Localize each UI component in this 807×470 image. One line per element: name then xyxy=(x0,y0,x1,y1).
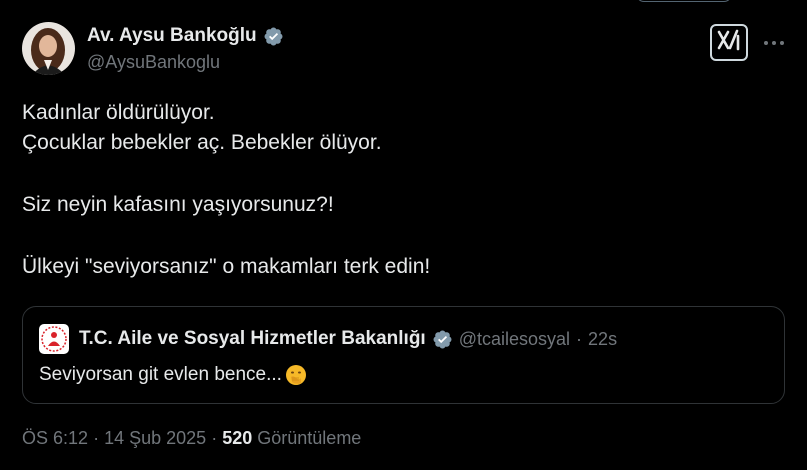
verified-badge-icon xyxy=(432,329,453,350)
author-display-name[interactable]: Av. Aysu Bankoğlu xyxy=(87,24,257,48)
face-with-hand-over-mouth-icon xyxy=(284,363,308,387)
quoted-tweet-header: T.C. Aile ve Sosyal Hizmetler Bakanlığı … xyxy=(39,324,617,354)
quoted-avatar[interactable] xyxy=(39,324,69,354)
tweet-meta: ÖS 6:12 · 14 Şub 2025 · 520 Görüntüleme xyxy=(22,428,361,449)
quoted-text-row: Seviyorsan git evlen bence... xyxy=(39,363,308,387)
tweet-text: Kadınlar öldürülüyor. Çocuklar bebekler … xyxy=(22,98,792,282)
quoted-tweet[interactable]: T.C. Aile ve Sosyal Hizmetler Bakanlığı … xyxy=(22,306,785,404)
tweet-date[interactable]: 14 Şub 2025 xyxy=(104,428,206,448)
more-button[interactable] xyxy=(762,30,786,54)
separator: · xyxy=(211,428,218,448)
tweet-line: Çocuklar bebekler aç. Bebekler ölüyor. xyxy=(22,131,382,154)
views-count: 520 xyxy=(222,428,253,448)
tweet-line: Ülkeyi "seviyorsanız" o makamları terk e… xyxy=(22,255,431,278)
tweet-time[interactable]: ÖS 6:12 xyxy=(22,428,88,448)
separator: · xyxy=(576,328,583,349)
quoted-text: Seviyorsan git evlen bence... xyxy=(39,364,282,385)
author-block: Av. Aysu Bankoğlu @AysuBankoglu xyxy=(87,24,284,73)
quoted-time: 22s xyxy=(588,328,618,349)
tweet-line: Siz neyin kafasını yaşıyorsunuz?! xyxy=(22,193,334,216)
avatar[interactable] xyxy=(22,22,75,75)
author-handle[interactable]: @AysuBankoglu xyxy=(87,51,284,73)
verified-badge-icon[interactable] xyxy=(263,26,284,47)
grok-button[interactable] xyxy=(710,24,748,61)
separator: · xyxy=(93,428,100,448)
quoted-handle: @tcailesosyal xyxy=(458,328,571,349)
more-icon xyxy=(763,33,785,51)
tweet-line: Kadınlar öldürülüyor. xyxy=(22,101,215,124)
views-label: Görüntüleme xyxy=(257,428,362,448)
grok-icon xyxy=(716,28,742,57)
quoted-display-name: T.C. Aile ve Sosyal Hizmetler Bakanlığı xyxy=(79,328,426,349)
top-partial-button[interactable] xyxy=(636,0,732,2)
